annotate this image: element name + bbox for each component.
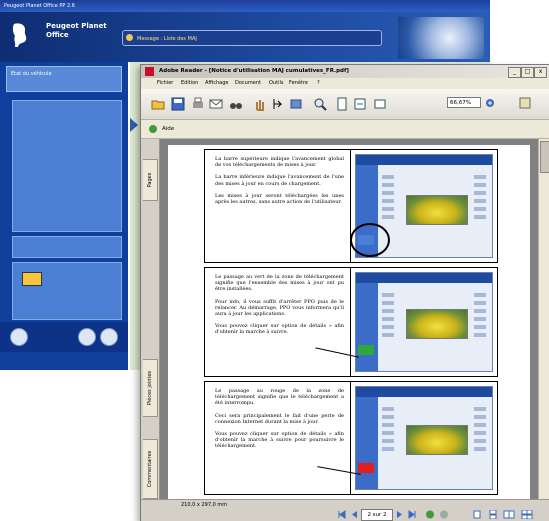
paragraph: Vous pouvez cliquer sur option de détail… — [215, 431, 344, 450]
doc-table-row: Le passage au vert de la zone de télécha… — [204, 267, 498, 377]
close-button[interactable]: x — [534, 67, 547, 78]
adobe-reader-window: Adobe Reader - [Notice d'utilisation MAJ… — [140, 64, 549, 521]
paragraph: Pour info, il vous suffit d'arrêter PPO … — [215, 298, 344, 318]
single-page-icon[interactable] — [471, 510, 483, 519]
message-icon — [126, 34, 133, 41]
sidebar-panel — [12, 236, 122, 258]
thumb-header — [356, 155, 492, 165]
peugeot-titlebar: Peugeot Planet Office PP 2.6 — [0, 0, 490, 12]
peugeot-app-name: Peugeot Planet Office — [46, 22, 107, 40]
binoculars-icon[interactable] — [229, 97, 243, 111]
navigation-tabs-panel: Pages Pièces jointes Commentaires — [141, 139, 160, 499]
actual-size-icon[interactable] — [335, 97, 349, 111]
snapshot-icon[interactable] — [289, 97, 303, 111]
page-number-field[interactable]: 2 sur 2 — [361, 509, 393, 521]
menu-help[interactable]: ? — [317, 78, 320, 89]
fit-page-icon[interactable] — [353, 97, 367, 111]
print-icon[interactable] — [191, 97, 205, 111]
secondary-toolbar — [141, 120, 549, 139]
maximize-button[interactable]: □ — [521, 67, 534, 78]
fit-width-icon[interactable] — [373, 97, 387, 111]
section-text: Le passage au vert de la zone de télécha… — [205, 268, 351, 376]
open-folder-icon[interactable] — [151, 97, 165, 111]
menu-edit[interactable]: Edition — [181, 78, 198, 89]
reader-titlebar: Adobe Reader - [Notice d'utilisation MAJ… — [141, 65, 549, 78]
sidebar-panel — [12, 262, 122, 320]
paragraph: La barre inférieure indique l'avancement… — [215, 174, 344, 187]
tab-pages[interactable]: Pages — [143, 159, 158, 201]
highlight-circle — [350, 223, 390, 257]
paragraph: Le passage au rouge de la zone de téléch… — [215, 388, 344, 407]
menu-bar: Fichier Edition Affichage Document Outil… — [141, 78, 549, 89]
help-button[interactable]: Aide — [147, 122, 179, 137]
settings-icon[interactable] — [78, 328, 96, 346]
go-forward-icon[interactable] — [439, 510, 449, 519]
first-page-icon[interactable] — [337, 510, 347, 519]
menu-document[interactable]: Document — [235, 78, 261, 89]
select-text-icon[interactable] — [271, 97, 285, 111]
previous-page-icon[interactable] — [349, 510, 359, 519]
tab-comments[interactable]: Commentaires — [143, 439, 158, 499]
screenshot-thumbnail — [355, 272, 493, 372]
next-page-icon[interactable] — [395, 510, 405, 519]
grid-icon[interactable] — [100, 328, 118, 346]
app-name-line2: Office — [46, 31, 69, 39]
document-view[interactable]: La barre supérieure indique l'avancement… — [160, 139, 538, 499]
facing-pages-icon[interactable] — [503, 510, 515, 519]
message-banner[interactable]: Message : Liste des MAJ — [122, 30, 382, 46]
thumb-download-zone-red — [358, 463, 374, 473]
paragraph: Les mises à jour seront téléchargées les… — [215, 192, 344, 206]
zoom-field[interactable]: 66,67% — [447, 97, 481, 108]
thumb-car-image — [406, 425, 468, 455]
scrollbar-thumb[interactable] — [540, 141, 549, 173]
continuous-facing-icon[interactable] — [521, 510, 533, 519]
page-size-label: 210,0 x 297,0 mm — [181, 502, 228, 508]
continuous-page-icon[interactable] — [487, 510, 499, 519]
paragraph: Le passage au vert de la zone de télécha… — [215, 274, 344, 293]
zoom-icon[interactable] — [313, 97, 327, 111]
menu-window[interactable]: Fenêtre — [289, 78, 308, 89]
doc-table-row: Le passage au rouge de la zone de téléch… — [204, 381, 498, 495]
last-page-icon[interactable] — [407, 510, 417, 519]
pdf-page: La barre supérieure indique l'avancement… — [168, 145, 530, 499]
peugeot-lion-logo-icon — [12, 23, 27, 47]
toolbar-options-icon[interactable] — [519, 97, 533, 109]
thumb-car-image — [406, 309, 468, 339]
menu-tools[interactable]: Outils — [269, 78, 283, 89]
tab-attachments[interactable]: Pièces jointes — [143, 359, 158, 417]
zoom-in-icon[interactable] — [485, 98, 495, 108]
paragraph: Vous pouvez cliquer sur option de détail… — [215, 323, 344, 336]
thumb-download-zone-green — [358, 345, 374, 355]
section-text: Le passage au rouge de la zone de téléch… — [205, 382, 351, 494]
menu-file[interactable]: Fichier — [157, 78, 173, 89]
vehicle-status-button[interactable]: Etat du véhicule — [6, 66, 122, 92]
save-icon[interactable] — [171, 97, 185, 111]
app-name-line1: Peugeot Planet — [46, 22, 107, 30]
go-back-icon[interactable] — [425, 510, 435, 519]
email-icon[interactable] — [209, 97, 223, 111]
thumb-car-image — [406, 195, 468, 225]
screenshot-thumbnail — [355, 386, 493, 490]
adobe-reader-icon — [145, 67, 154, 76]
home-icon[interactable] — [10, 328, 28, 346]
menu-view[interactable]: Affichage — [205, 78, 229, 89]
hand-tool-icon[interactable] — [253, 97, 267, 111]
vertical-scrollbar[interactable] — [538, 139, 549, 499]
expand-arrow-icon[interactable] — [130, 118, 138, 132]
paragraph: La barre supérieure indique l'avancement… — [215, 156, 344, 169]
vehicle-icon[interactable] — [22, 272, 42, 286]
paragraph: Ceci sera principalement le fait d'une p… — [215, 412, 344, 425]
header-decoration-image — [398, 17, 484, 59]
minimize-button[interactable]: _ — [508, 67, 521, 78]
sidebar-panel — [12, 100, 122, 232]
section-text: La barre supérieure indique l'avancement… — [205, 150, 351, 262]
